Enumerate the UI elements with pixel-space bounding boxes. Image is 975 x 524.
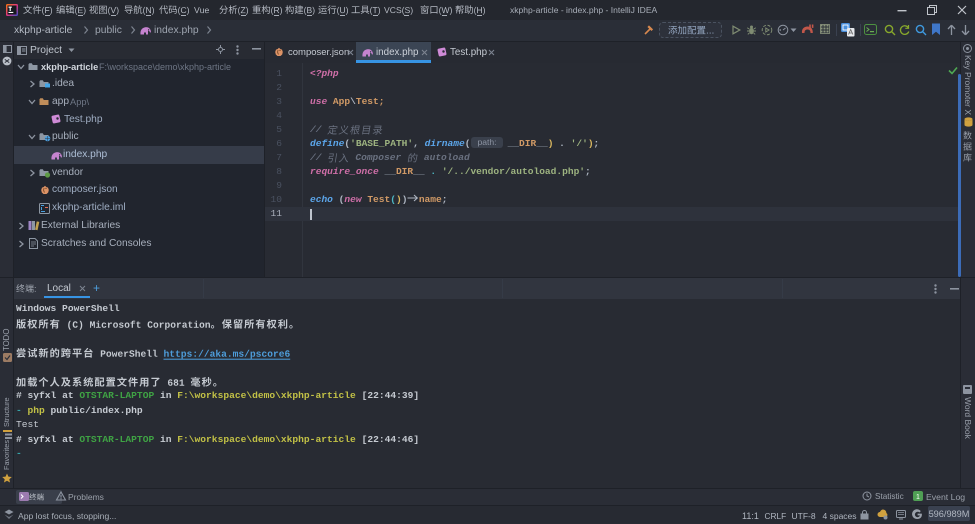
svg-text:1: 1 — [916, 494, 920, 501]
